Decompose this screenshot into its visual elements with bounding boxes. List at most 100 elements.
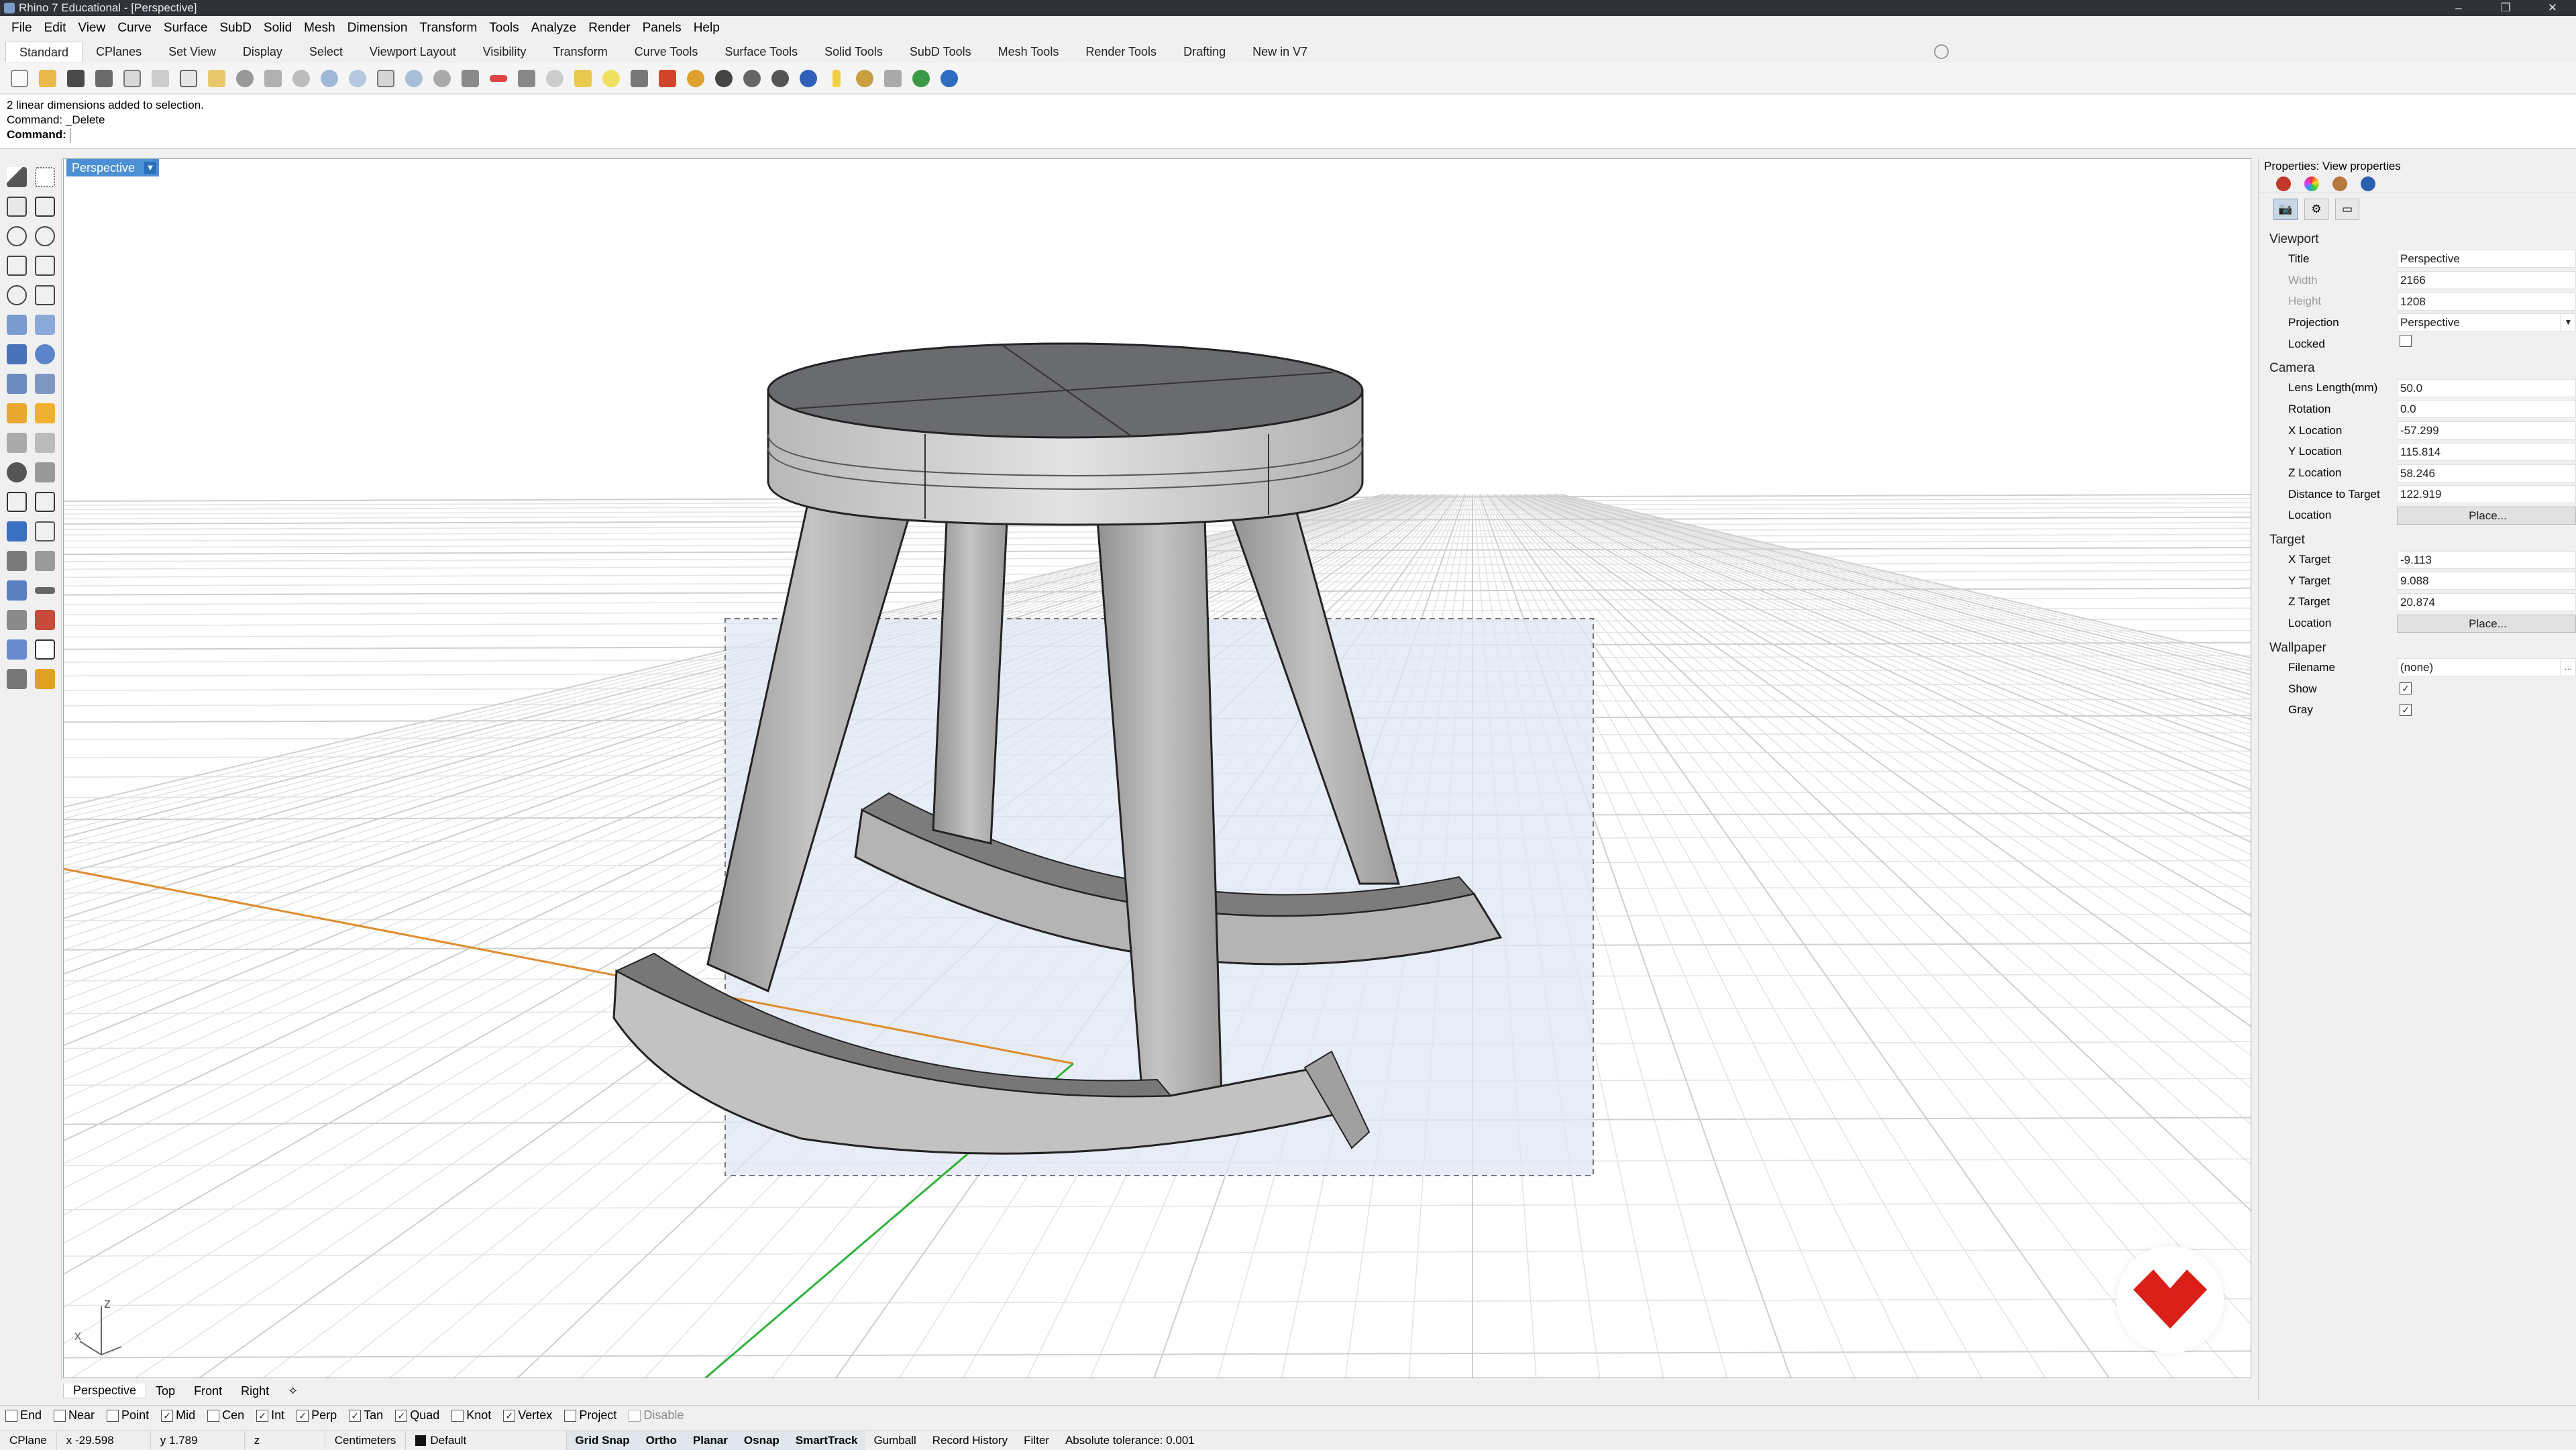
tab-display[interactable]: Display xyxy=(229,45,296,59)
boolean-icon[interactable] xyxy=(3,399,31,428)
add-viewport-icon[interactable]: ✧ xyxy=(278,1384,307,1398)
menu-panels[interactable]: Panels xyxy=(637,21,688,36)
osnap-checkbox[interactable] xyxy=(161,1409,174,1422)
transform-icon[interactable] xyxy=(880,66,906,91)
osnap-checkbox[interactable] xyxy=(54,1409,66,1422)
mirror-icon[interactable] xyxy=(31,546,59,576)
extrude-icon[interactable] xyxy=(3,369,31,399)
osnap-checkbox[interactable] xyxy=(395,1409,408,1422)
osnap-quad[interactable]: Quad xyxy=(395,1408,439,1422)
properties-icon[interactable] xyxy=(655,66,680,91)
projection-select[interactable]: Perspective ▼ xyxy=(2397,313,2576,332)
lock-icon[interactable] xyxy=(627,66,652,91)
gray-checkbox[interactable] xyxy=(2400,703,2412,716)
gumball-icon[interactable] xyxy=(31,605,59,635)
properties-tab-icon[interactable] xyxy=(2276,176,2291,191)
osnap-checkbox[interactable] xyxy=(5,1409,17,1422)
viewport-tab-top[interactable]: Top xyxy=(146,1384,184,1398)
menu-render[interactable]: Render xyxy=(582,21,636,36)
color-wheel-icon[interactable] xyxy=(683,66,708,91)
height-field[interactable]: 1208 xyxy=(2397,292,2576,311)
chevron-down-icon[interactable]: ▼ xyxy=(2561,314,2575,331)
zoom-extents-icon[interactable] xyxy=(373,66,398,91)
polyline-icon[interactable] xyxy=(3,192,31,221)
osnap-checkbox[interactable] xyxy=(207,1409,220,1422)
osnap-vertex[interactable]: Vertex xyxy=(503,1408,552,1422)
export-icon[interactable] xyxy=(119,66,145,91)
x-location-field[interactable]: -57.299 xyxy=(2397,421,2576,440)
rectangle-icon[interactable] xyxy=(31,251,59,280)
options-gear-icon[interactable] xyxy=(852,66,877,91)
cage-edit-icon[interactable] xyxy=(3,576,31,605)
toggle-osnap[interactable]: Osnap xyxy=(735,1431,788,1450)
copy-icon[interactable] xyxy=(176,66,201,91)
tab-mesh-tools[interactable]: Mesh Tools xyxy=(985,45,1073,59)
toggle-ortho[interactable]: Ortho xyxy=(637,1431,685,1450)
tab-set-view[interactable]: Set View xyxy=(155,45,229,59)
zoom-window-icon[interactable] xyxy=(345,66,370,91)
fillet-curve-icon[interactable] xyxy=(31,280,59,310)
select-icon[interactable] xyxy=(514,66,539,91)
mesh-icon[interactable] xyxy=(31,369,59,399)
materials-tab-icon[interactable] xyxy=(2304,176,2319,191)
osnap-tan[interactable]: Tan xyxy=(349,1408,383,1422)
tab-drafting[interactable]: Drafting xyxy=(1170,45,1239,59)
menu-transform[interactable]: Transform xyxy=(413,21,483,36)
status-units[interactable]: Centimeters xyxy=(325,1431,407,1450)
osnap-int[interactable]: Int xyxy=(256,1408,284,1422)
browse-icon[interactable]: … xyxy=(2561,659,2575,676)
rendered-sphere-icon[interactable] xyxy=(739,66,765,91)
tab-new-in-v7[interactable]: New in V7 xyxy=(1239,45,1321,59)
show-objects-icon[interactable] xyxy=(542,66,568,91)
width-field[interactable]: 2166 xyxy=(2397,271,2576,290)
locked-checkbox[interactable] xyxy=(2400,335,2412,348)
osnap-checkbox[interactable] xyxy=(503,1409,516,1422)
array-icon[interactable] xyxy=(3,546,31,576)
menu-analyze[interactable]: Analyze xyxy=(525,21,583,36)
circle-icon[interactable] xyxy=(3,221,31,251)
tab-render-tools[interactable]: Render Tools xyxy=(1072,45,1170,59)
tab-subd-tools[interactable]: SubD Tools xyxy=(896,45,985,59)
tab-viewport-layout[interactable]: Viewport Layout xyxy=(356,45,470,59)
toggle-filter[interactable]: Filter xyxy=(1016,1431,1057,1450)
osnap-project[interactable]: Project xyxy=(564,1408,616,1422)
camera-icon[interactable]: 📷 xyxy=(2273,199,2298,220)
dimension-tool-icon[interactable] xyxy=(31,576,59,605)
tab-standard[interactable]: Standard xyxy=(5,42,83,62)
viewport-tab-front[interactable]: Front xyxy=(184,1384,231,1398)
tab-surface-tools[interactable]: Surface Tools xyxy=(711,45,811,59)
osnap-checkbox[interactable] xyxy=(107,1409,119,1422)
menu-help[interactable]: Help xyxy=(688,21,726,36)
menu-curve[interactable]: Curve xyxy=(111,21,158,36)
render-tools-icon[interactable] xyxy=(3,664,31,694)
point-icon[interactable] xyxy=(31,162,59,192)
undo-view-icon[interactable] xyxy=(429,66,455,91)
sphere-solid-icon[interactable] xyxy=(31,340,59,369)
dimension-icon[interactable] xyxy=(824,66,849,91)
ellipse-icon[interactable] xyxy=(31,221,59,251)
paste-icon[interactable] xyxy=(204,66,229,91)
layers-tab-icon[interactable] xyxy=(2332,176,2347,191)
z-location-field[interactable]: 58.246 xyxy=(2397,464,2576,482)
distance-to-target-field[interactable]: 122.919 xyxy=(2397,485,2576,504)
pan-icon[interactable] xyxy=(260,66,286,91)
box-solid-icon[interactable] xyxy=(3,340,31,369)
show-checkbox[interactable] xyxy=(2400,682,2412,695)
viewport-tab-right[interactable]: Right xyxy=(231,1384,278,1398)
render-icon[interactable] xyxy=(767,66,793,91)
minimize-icon[interactable]: – xyxy=(2435,0,2482,16)
menu-dimension[interactable]: Dimension xyxy=(341,21,414,36)
paint-icon[interactable] xyxy=(31,664,59,694)
zoom-selected-icon[interactable] xyxy=(401,66,427,91)
osnap-cen[interactable]: Cen xyxy=(207,1408,244,1422)
lens-length-field[interactable]: 50.0 xyxy=(2397,378,2576,397)
command-input[interactable] xyxy=(69,127,2545,143)
osnap-disable[interactable]: Disable xyxy=(629,1408,684,1422)
toggle-planar[interactable]: Planar xyxy=(684,1431,736,1450)
rendering-tab-icon[interactable] xyxy=(2361,176,2375,191)
toggle-grid-snap[interactable]: Grid Snap xyxy=(567,1431,638,1450)
status-cplane[interactable]: CPlane xyxy=(0,1431,57,1450)
menu-view[interactable]: View xyxy=(72,21,111,36)
group-icon[interactable] xyxy=(31,458,59,487)
polygon-icon[interactable] xyxy=(3,251,31,280)
